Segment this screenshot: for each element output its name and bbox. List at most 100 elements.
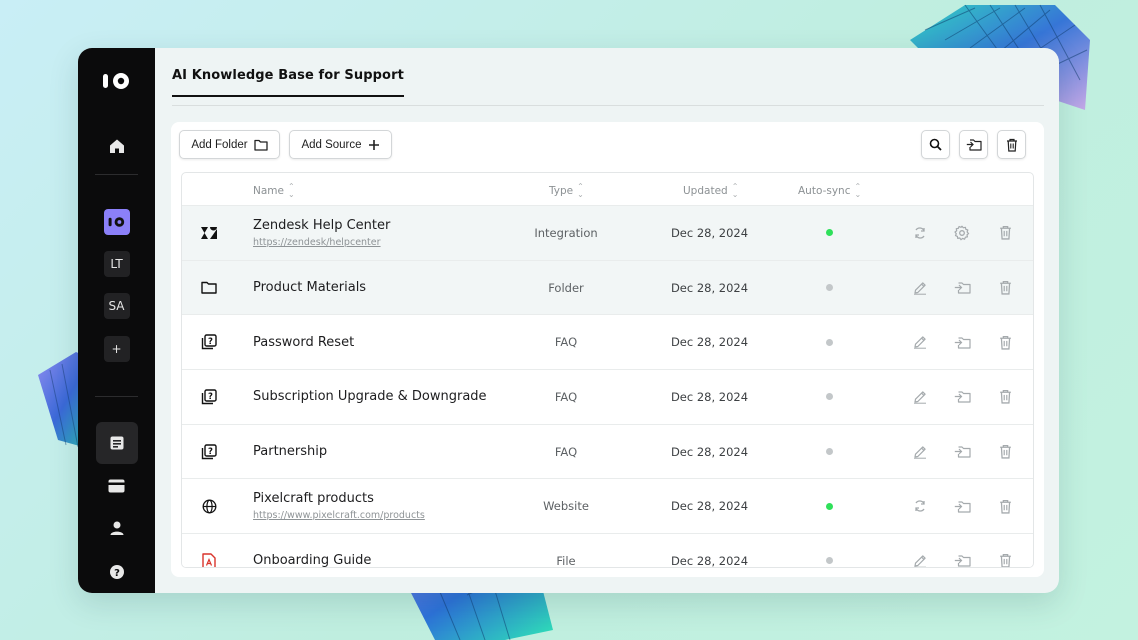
delete-row-button[interactable] [995, 261, 1015, 315]
updated-date: Dec 28, 2024 [670, 499, 749, 514]
auto-sync-indicator [822, 479, 836, 533]
name-cell: Password Reset [253, 315, 354, 369]
settings-button[interactable] [952, 206, 972, 260]
move-button[interactable] [959, 130, 988, 159]
delete-row-button[interactable] [995, 479, 1015, 533]
edit-button[interactable] [910, 425, 930, 479]
trash-icon [999, 335, 1011, 350]
home-button[interactable] [105, 134, 129, 158]
column-label: Updated [683, 185, 728, 197]
folder-move-icon [954, 391, 971, 404]
svg-text:?: ? [208, 392, 213, 402]
pencil-icon [914, 445, 926, 459]
source-name[interactable]: Product Materials [253, 280, 366, 295]
column-header-sync[interactable]: Auto-sync ⌃ ⌄ [798, 183, 861, 199]
page-title-tab[interactable]: AI Knowledge Base for Support [172, 68, 404, 97]
nav-billing[interactable] [96, 465, 138, 507]
help-icon: ? [109, 565, 124, 579]
table-row[interactable]: Onboarding Guide File Dec 28, 2024 [182, 533, 1033, 568]
globe-icon [202, 499, 216, 514]
name-cell: Partnership [253, 425, 327, 479]
table-row[interactable]: Zendesk Help Center https://zendesk/help… [182, 205, 1033, 260]
faq-icon: ? [201, 389, 217, 405]
search-button[interactable] [921, 130, 950, 159]
sidebar: LT SA + ? [78, 48, 155, 593]
nav-account[interactable] [96, 507, 138, 549]
source-type: FAQ [554, 335, 578, 350]
column-header-name[interactable]: Name ⌃ ⌄ [253, 183, 295, 199]
edit-button[interactable] [910, 261, 930, 315]
move-row-button[interactable] [952, 425, 972, 479]
delete-row-button[interactable] [995, 370, 1015, 424]
source-name[interactable]: Password Reset [253, 335, 354, 350]
folder-move-icon [954, 501, 971, 513]
updated-date: Dec 28, 2024 [670, 389, 749, 404]
source-name[interactable]: Zendesk Help Center [253, 218, 390, 233]
workspace-lt[interactable]: LT [103, 251, 130, 277]
move-row-button[interactable] [952, 479, 972, 533]
delete-row-button[interactable] [995, 315, 1015, 369]
add-folder-button[interactable]: Add Folder [179, 130, 280, 159]
add-workspace-button[interactable]: + [103, 336, 130, 362]
workspace-sa[interactable]: SA [103, 293, 130, 319]
updated-date: Dec 28, 2024 [670, 444, 749, 459]
move-row-button[interactable] [952, 261, 972, 315]
sync-icon [915, 227, 925, 239]
add-source-button[interactable]: Add Source [289, 130, 392, 159]
source-name[interactable]: Onboarding Guide [253, 553, 371, 567]
source-type: File [556, 553, 576, 568]
auto-sync-indicator [822, 206, 836, 260]
nav-knowledge-base[interactable] [95, 422, 138, 464]
logo-icon [102, 73, 129, 89]
delete-row-button[interactable] [995, 206, 1015, 260]
source-name[interactable]: Partnership [253, 444, 327, 459]
faq-icon: ? [198, 425, 220, 479]
edit-button[interactable] [910, 534, 930, 567]
source-type: Website [543, 499, 589, 514]
sidebar-divider [95, 174, 138, 175]
sync-button[interactable] [910, 206, 930, 260]
sort-icon: ⌃ ⌄ [731, 182, 739, 199]
source-name[interactable]: Subscription Upgrade & Downgrade [253, 389, 487, 404]
move-row-button[interactable] [952, 315, 972, 369]
column-header-updated[interactable]: Updated ⌃ ⌄ [683, 183, 738, 199]
source-url[interactable]: https://zendesk/helpcenter [253, 237, 390, 248]
document-icon [110, 436, 123, 450]
status-dot [825, 284, 833, 292]
table-row[interactable]: ? Password Reset FAQ Dec 28, 2024 [182, 314, 1033, 370]
edit-button[interactable] [910, 370, 930, 424]
name-cell: Subscription Upgrade & Downgrade [253, 370, 487, 424]
move-row-button[interactable] [952, 534, 972, 567]
table-row[interactable]: ? Subscription Upgrade & Downgrade FAQ D… [182, 369, 1033, 424]
edit-button[interactable] [910, 315, 930, 369]
source-url[interactable]: https://www.pixelcraft.com/products [253, 510, 425, 521]
move-row-button[interactable] [952, 370, 972, 424]
workspace-current[interactable] [103, 209, 130, 235]
app-logo[interactable] [102, 70, 132, 92]
auto-sync-indicator [822, 534, 836, 567]
sync-button[interactable] [910, 479, 930, 533]
table-row[interactable]: ? Partnership FAQ Dec 28, 2024 [182, 423, 1033, 479]
delete-row-button[interactable] [995, 534, 1015, 567]
name-cell: Onboarding Guide [253, 534, 371, 567]
table-row[interactable]: Product Materials Folder Dec 28, 2024 [182, 259, 1033, 315]
column-label: Type [549, 185, 574, 197]
nav-help[interactable]: ? [96, 551, 138, 593]
delete-button[interactable] [997, 130, 1026, 159]
name-cell: Zendesk Help Center https://zendesk/help… [253, 206, 390, 260]
updated-date: Dec 28, 2024 [670, 280, 749, 295]
auto-sync-indicator [822, 261, 836, 315]
user-icon [110, 521, 123, 535]
status-dot [825, 229, 833, 237]
logo-icon [108, 217, 124, 227]
table-row[interactable]: Pixelcraft products https://www.pixelcra… [182, 478, 1033, 534]
source-name[interactable]: Pixelcraft products [253, 491, 425, 506]
column-header-type[interactable]: Type ⌃ ⌄ [549, 183, 584, 199]
status-dot [825, 393, 833, 401]
updated-date: Dec 28, 2024 [670, 335, 749, 350]
trash-icon [999, 445, 1011, 459]
delete-row-button[interactable] [995, 425, 1015, 479]
svg-text:?: ? [208, 446, 213, 456]
search-icon [929, 138, 942, 151]
faq-icon: ? [201, 443, 217, 459]
